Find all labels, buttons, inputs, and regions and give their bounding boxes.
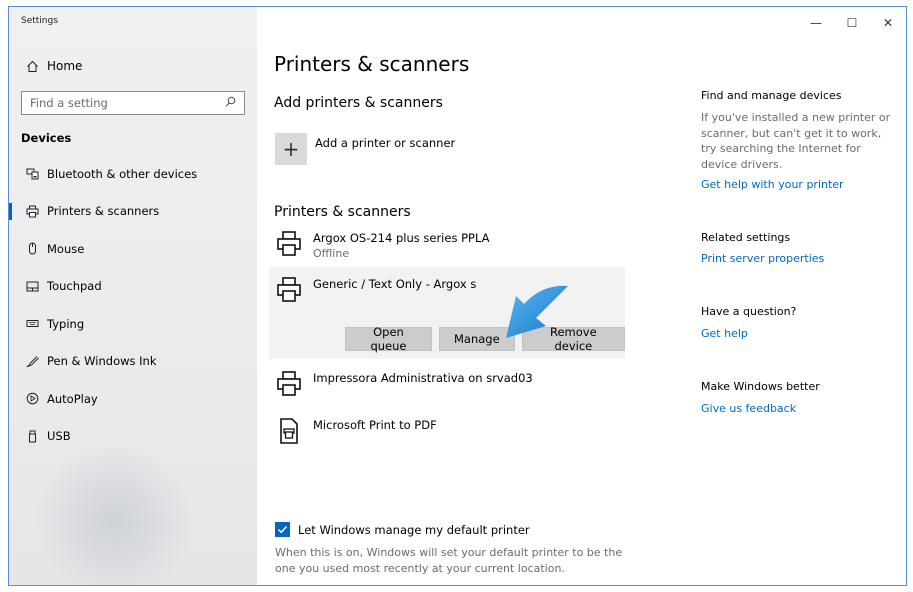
sidebar-item-autoplay[interactable]: AutoPlay bbox=[9, 380, 257, 418]
printer-icon bbox=[19, 205, 45, 218]
printer-icon bbox=[277, 277, 301, 303]
printer-help-link[interactable]: Get help with your printer bbox=[701, 178, 844, 191]
related-settings-title: Related settings bbox=[701, 231, 791, 244]
default-printer-toggle[interactable]: Let Windows manage my default printer bbox=[275, 522, 530, 537]
page-title: Printers & scanners bbox=[274, 52, 470, 76]
printer-item[interactable]: Argox OS-214 plus series PPLA Offline bbox=[269, 231, 625, 261]
add-printer-button[interactable]: + bbox=[275, 133, 307, 165]
get-help-link[interactable]: Get help bbox=[701, 327, 748, 340]
search-placeholder: Find a setting bbox=[30, 96, 108, 110]
search-input[interactable]: Find a setting bbox=[21, 91, 245, 115]
bluetooth-devices-icon bbox=[19, 167, 45, 180]
open-queue-button[interactable]: Open queue bbox=[345, 325, 432, 353]
add-printers-heading: Add printers & scanners bbox=[274, 95, 443, 111]
sidebar-nav: Bluetooth & other devices Printers & sca… bbox=[9, 155, 257, 455]
sidebar-item-label: Touchpad bbox=[47, 279, 102, 294]
sidebar-item-printers[interactable]: Printers & scanners bbox=[9, 193, 257, 231]
sidebar-item-label: Printers & scanners bbox=[47, 204, 160, 219]
app-title: Settings bbox=[21, 16, 58, 26]
feedback-link[interactable]: Give us feedback bbox=[701, 402, 796, 415]
sidebar-item-label: Pen & Windows Ink bbox=[47, 354, 157, 369]
autoplay-icon bbox=[19, 392, 45, 405]
sidebar: Settings Home Find a setting Devices Blu… bbox=[9, 7, 257, 585]
default-printer-label: Let Windows manage my default printer bbox=[298, 522, 530, 537]
printer-name: Microsoft Print to PDF bbox=[313, 418, 437, 432]
sidebar-item-mouse[interactable]: Mouse bbox=[9, 230, 257, 268]
sidebar-item-label: Bluetooth & other devices bbox=[47, 166, 198, 181]
plus-icon: + bbox=[282, 137, 300, 161]
printer-status: Offline bbox=[313, 247, 350, 260]
printer-name: Generic / Text Only - Argox s bbox=[313, 277, 477, 291]
question-title: Have a question? bbox=[701, 305, 797, 318]
add-printer-label[interactable]: Add a printer or scanner bbox=[315, 136, 455, 150]
sidebar-item-pen[interactable]: Pen & Windows Ink bbox=[9, 343, 257, 381]
sidebar-item-label: AutoPlay bbox=[47, 391, 98, 406]
feedback-title: Make Windows better bbox=[701, 380, 820, 393]
sidebar-item-label: USB bbox=[47, 429, 71, 444]
touchpad-icon bbox=[19, 280, 45, 293]
sidebar-item-usb[interactable]: USB bbox=[9, 418, 257, 456]
sidebar-item-label: Home bbox=[47, 59, 83, 73]
printer-icon bbox=[277, 231, 301, 257]
home-icon bbox=[19, 60, 45, 73]
pen-icon bbox=[19, 355, 45, 368]
mouse-icon bbox=[19, 242, 45, 255]
sidebar-item-typing[interactable]: Typing bbox=[9, 305, 257, 343]
printers-list-heading: Printers & scanners bbox=[274, 204, 411, 220]
usb-icon bbox=[19, 430, 45, 443]
sidebar-item-label: Mouse bbox=[47, 241, 85, 256]
keyboard-icon bbox=[19, 317, 45, 330]
find-devices-title: Find and manage devices bbox=[701, 89, 842, 102]
sidebar-item-label: Typing bbox=[47, 316, 85, 331]
printer-name: Impressora Administrativa on srvad03 bbox=[313, 371, 533, 385]
printer-icon bbox=[277, 371, 301, 397]
printer-item[interactable]: Microsoft Print to PDF bbox=[269, 418, 625, 448]
checkbox-checked[interactable] bbox=[275, 522, 290, 537]
pdf-printer-icon bbox=[277, 418, 301, 444]
annotation-arrow bbox=[506, 285, 568, 338]
printer-item[interactable]: Impressora Administrativa on srvad03 bbox=[269, 371, 625, 401]
check-icon bbox=[277, 525, 288, 534]
sidebar-item-bluetooth[interactable]: Bluetooth & other devices bbox=[9, 155, 257, 193]
sidebar-item-touchpad[interactable]: Touchpad bbox=[9, 268, 257, 306]
search-icon[interactable] bbox=[225, 96, 236, 110]
settings-window: Settings Home Find a setting Devices Blu… bbox=[8, 6, 907, 586]
find-devices-text: If you've installed a new printer or sca… bbox=[701, 111, 891, 171]
sidebar-item-home[interactable]: Home bbox=[19, 57, 82, 75]
print-server-link[interactable]: Print server properties bbox=[701, 252, 824, 265]
default-printer-description: When this is on, Windows will set your d… bbox=[275, 546, 623, 575]
printer-name: Argox OS-214 plus series PPLA bbox=[313, 231, 490, 245]
sidebar-section-devices: Devices bbox=[21, 131, 72, 145]
